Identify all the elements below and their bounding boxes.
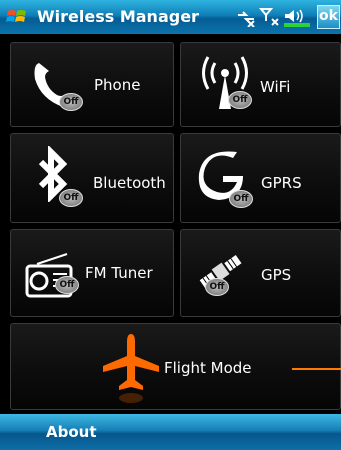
gprs-label: GPRS [261, 174, 302, 192]
about-softkey[interactable]: About [46, 423, 97, 441]
gps-label: GPS [261, 266, 292, 284]
wifi-off-badge: Off [228, 91, 252, 109]
bluetooth-label: Bluetooth [93, 174, 166, 192]
volume-battery-icon[interactable] [283, 7, 313, 27]
phone-label: Phone [94, 76, 141, 94]
flight-mode-tile[interactable]: Flight Mode [10, 323, 341, 410]
wifi-tile[interactable]: Off WiFi [180, 42, 341, 127]
app-title: Wireless Manager [37, 7, 199, 26]
gprs-off-badge: Off [229, 190, 253, 208]
bottom-menu-bar: About [0, 414, 341, 450]
airplane-icon [103, 334, 159, 403]
flight-mode-label: Flight Mode [164, 359, 252, 377]
gprs-tile[interactable]: Off GPRS [180, 133, 341, 223]
phone-off-badge: Off [59, 93, 83, 111]
fm-tuner-tile[interactable]: Off FM Tuner [10, 229, 174, 317]
bluetooth-off-badge: Off [59, 189, 83, 207]
gps-tile[interactable]: Off GPS [180, 229, 341, 317]
fm-off-badge: Off [55, 276, 79, 294]
gps-off-badge: Off [205, 278, 229, 296]
wifi-label: WiFi [260, 78, 291, 96]
bluetooth-tile[interactable]: Off Bluetooth [10, 133, 174, 223]
flight-mode-indicator-line [292, 368, 341, 370]
title-bar: Wireless Manager ok [0, 0, 341, 34]
connectivity-icon[interactable] [235, 7, 257, 27]
phone-tile[interactable]: Off Phone [10, 42, 174, 127]
signal-off-icon[interactable] [259, 7, 281, 27]
windows-start-icon[interactable] [6, 6, 28, 28]
ok-button[interactable]: ok [317, 5, 340, 29]
fm-tuner-label: FM Tuner [85, 264, 153, 282]
